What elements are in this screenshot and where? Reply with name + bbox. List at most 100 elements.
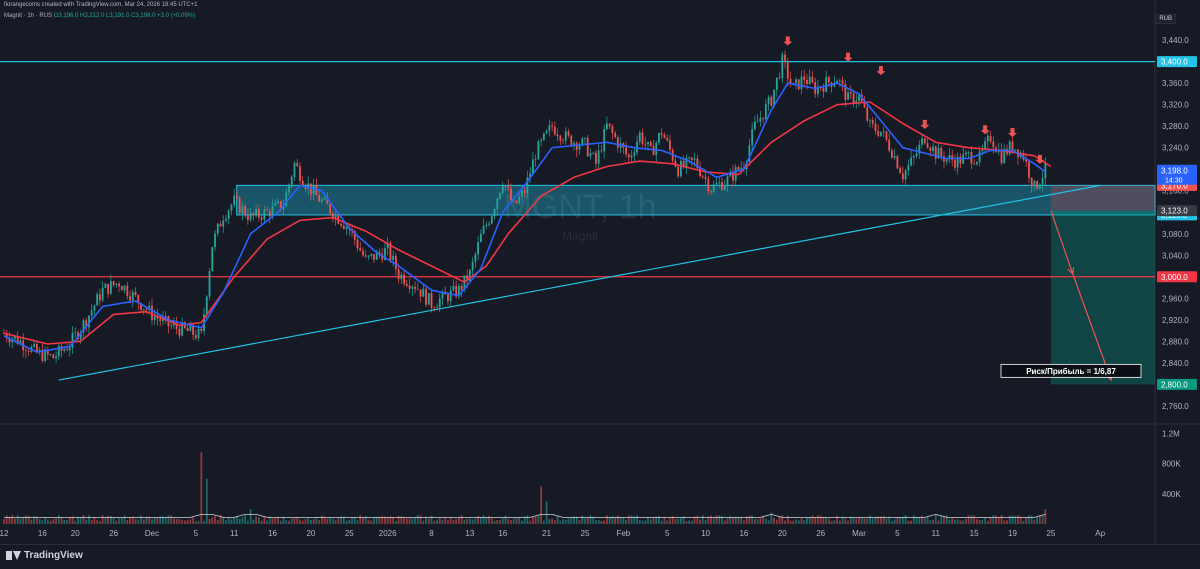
candle-body bbox=[564, 131, 567, 141]
volume-bar bbox=[504, 515, 507, 524]
candle-body bbox=[55, 356, 57, 359]
candle-body bbox=[888, 139, 891, 151]
volume-bar bbox=[926, 516, 929, 524]
volume-bar bbox=[1025, 517, 1028, 524]
candle-body bbox=[25, 350, 27, 351]
volume-bar bbox=[230, 519, 233, 524]
volume-bar bbox=[912, 515, 915, 524]
candle-body bbox=[973, 163, 976, 165]
candle-body bbox=[499, 192, 501, 199]
candle-body bbox=[233, 195, 236, 205]
candle-body bbox=[238, 197, 241, 214]
candle-body bbox=[403, 274, 406, 284]
candle-body bbox=[784, 54, 786, 63]
volume-bar bbox=[386, 517, 389, 524]
volume-bar bbox=[885, 518, 888, 524]
volume-bar bbox=[819, 515, 822, 524]
volume-bar bbox=[38, 519, 41, 524]
candle-body bbox=[789, 78, 792, 83]
volume-bar bbox=[211, 517, 214, 524]
candle-body bbox=[153, 316, 156, 321]
volume-bar bbox=[367, 519, 370, 524]
volume-bar bbox=[877, 516, 880, 524]
volume-bar bbox=[164, 517, 167, 524]
volume-bar bbox=[225, 520, 227, 524]
x-tick-label: 5 bbox=[194, 529, 199, 538]
candle-body bbox=[205, 296, 208, 315]
volume-bar bbox=[1028, 515, 1030, 524]
candle-body bbox=[134, 292, 137, 296]
volume-bar bbox=[666, 520, 669, 524]
volume-bar bbox=[463, 519, 466, 524]
candle-body bbox=[540, 139, 543, 142]
candle-body bbox=[419, 289, 422, 297]
volume-bar bbox=[19, 518, 22, 524]
volume-bar bbox=[904, 515, 907, 524]
volume-bar bbox=[148, 516, 151, 524]
candle-body bbox=[912, 156, 915, 158]
candle-body bbox=[1033, 180, 1036, 187]
candle-body bbox=[690, 157, 693, 160]
volume-bar bbox=[833, 520, 836, 524]
candle-body bbox=[701, 176, 704, 177]
candle-body bbox=[759, 117, 762, 122]
volume-bar bbox=[263, 516, 266, 524]
volume-bar bbox=[956, 519, 959, 524]
volume-bar bbox=[567, 518, 570, 524]
volume-bar bbox=[781, 515, 784, 524]
volume-bar bbox=[120, 517, 123, 524]
volume-bar bbox=[282, 517, 285, 524]
volume-bar bbox=[170, 515, 173, 524]
candle-body bbox=[342, 225, 345, 229]
y-tick-label: 3,440.0 bbox=[1162, 36, 1189, 45]
candle-body bbox=[904, 170, 907, 180]
volume-bar bbox=[726, 518, 729, 524]
x-tick-label: 2026 bbox=[379, 529, 397, 538]
x-tick-label: 25 bbox=[1046, 529, 1055, 538]
volume-bar bbox=[679, 517, 682, 524]
volume-bar bbox=[175, 519, 178, 524]
volume-bar bbox=[534, 516, 537, 524]
volume-bar bbox=[688, 520, 691, 524]
candle-body bbox=[394, 255, 397, 270]
volume-bar bbox=[606, 515, 608, 524]
candle-body bbox=[255, 208, 258, 216]
volume-bar bbox=[510, 519, 512, 524]
candle-body bbox=[712, 184, 715, 192]
volume-bar bbox=[438, 518, 441, 524]
x-tick-label: 11 bbox=[932, 529, 941, 538]
currency-badge[interactable]: RUB bbox=[1155, 14, 1176, 24]
volume-bar bbox=[932, 519, 934, 524]
volume-bar bbox=[743, 520, 745, 524]
candle-body bbox=[901, 173, 904, 180]
candle-body bbox=[644, 143, 647, 145]
candle-body bbox=[320, 199, 323, 202]
volume-bar bbox=[375, 516, 378, 524]
chart-canvas[interactable]: MGNT, 1hMagnitРиск/Прибыль = 1/6,873,440… bbox=[0, 0, 1200, 568]
ohlc-values: O3,196.0 H3,212.0 L3,191.0 C3,198.0 +3.0… bbox=[53, 13, 196, 19]
candle-body bbox=[871, 120, 874, 124]
volume-bar bbox=[808, 517, 811, 524]
volume-bar bbox=[622, 518, 625, 524]
volume-bar bbox=[855, 518, 858, 524]
candle-body bbox=[219, 223, 222, 227]
volume-bar bbox=[907, 520, 910, 524]
x-tick-label: 15 bbox=[970, 529, 979, 538]
candle-body bbox=[679, 160, 682, 177]
volume-bar bbox=[90, 520, 93, 524]
volume-bar bbox=[222, 517, 225, 524]
volume-bar bbox=[46, 519, 49, 524]
candle-body bbox=[90, 310, 93, 316]
volume-bar bbox=[869, 515, 871, 524]
volume-bar bbox=[732, 517, 734, 524]
tradingview-brand[interactable]: TradingView bbox=[6, 550, 83, 561]
volume-bar bbox=[427, 518, 430, 524]
volume-bar bbox=[252, 519, 255, 524]
candle-body bbox=[803, 76, 806, 81]
candle-body bbox=[112, 281, 115, 285]
volume-bar bbox=[474, 518, 477, 524]
volume-bar bbox=[858, 517, 860, 524]
candle-body bbox=[764, 104, 767, 120]
candle-body bbox=[666, 138, 669, 141]
candle-body bbox=[715, 183, 718, 185]
